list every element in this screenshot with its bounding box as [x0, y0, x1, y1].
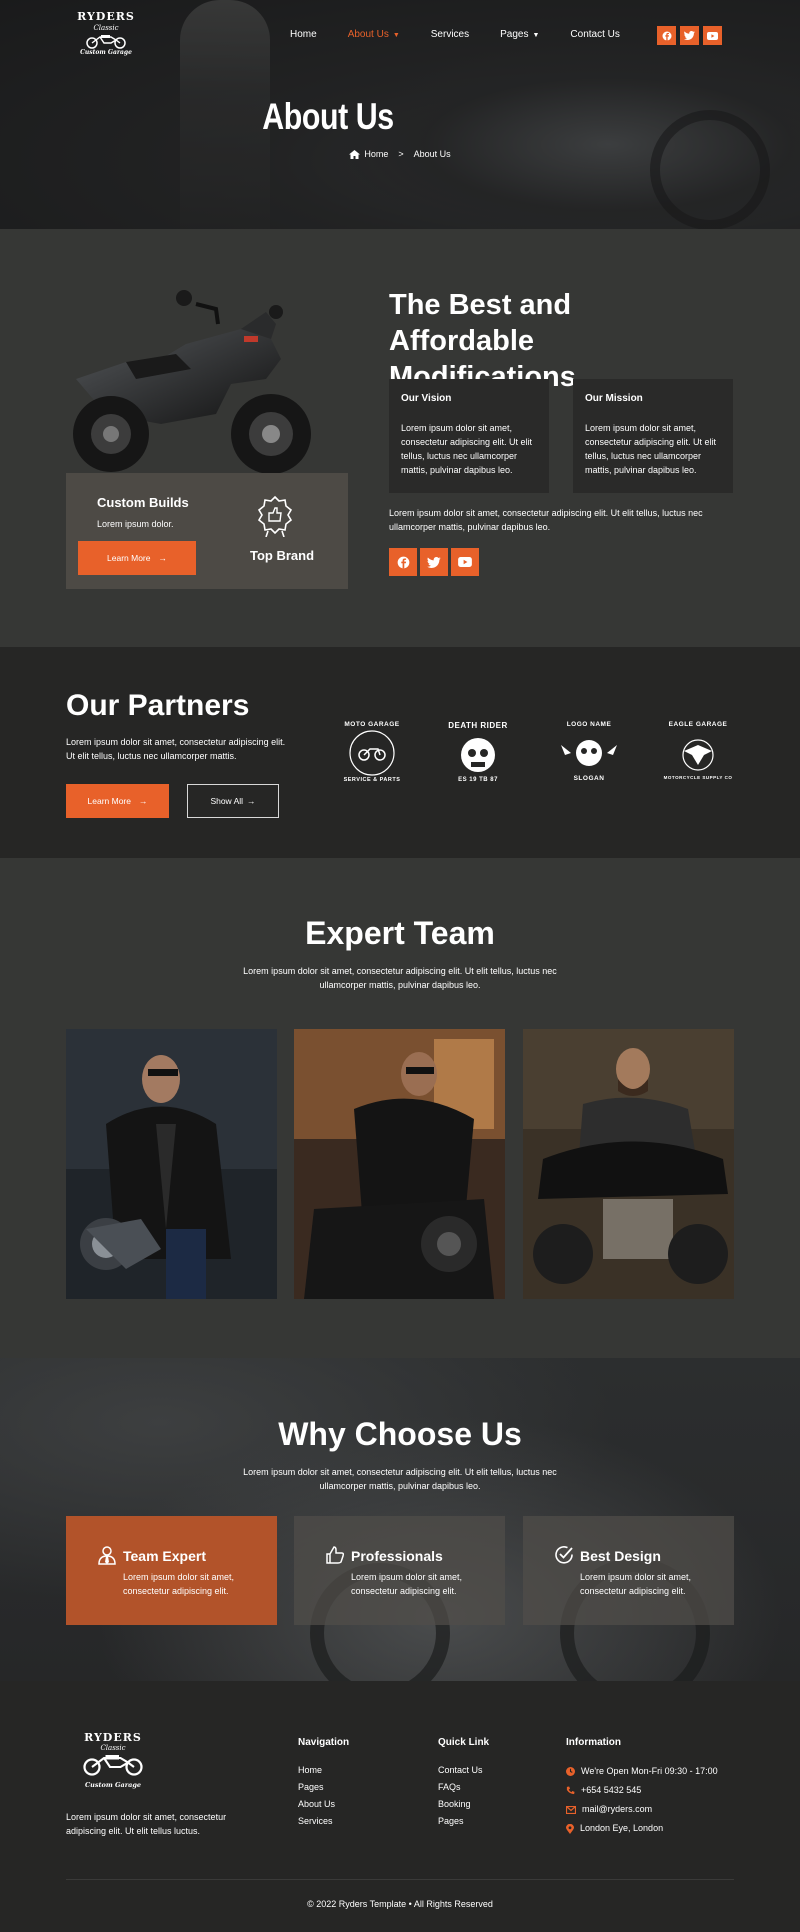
partner-logo-logo-name[interactable]: LOGO NAME SLOGAN — [551, 715, 627, 791]
partners-section: Our Partners Lorem ipsum dolor sit amet,… — [0, 647, 800, 858]
user-tie-icon — [98, 1546, 116, 1565]
info-phone[interactable]: +654 5432 545 — [566, 1781, 718, 1800]
team-member-photo-2[interactable] — [294, 1029, 505, 1299]
facebook-icon[interactable] — [389, 548, 417, 576]
hero-banner: RYDERS Classic Custom Garage Home About … — [0, 0, 800, 229]
main-menu: Home About Us ▼ Services Pages ▼ Contact U… — [290, 29, 651, 40]
footer-about-text: Lorem ipsum dolor sit amet, consectetur … — [66, 1812, 227, 1836]
breadcrumb-separator: > — [398, 149, 404, 159]
our-vision-card: Our Vision Lorem ipsum dolor sit amet, c… — [389, 379, 549, 493]
why-title: Why Choose Us — [278, 1416, 522, 1452]
youtube-icon[interactable] — [703, 26, 722, 45]
site-footer: RYDERS Classic Custom Garage Lorem ipsum… — [0, 1681, 800, 1932]
team-lead-text: Lorem ipsum dolor sit amet, consectetur … — [243, 966, 557, 990]
partners-learn-more-button[interactable]: Learn More → — [66, 784, 169, 818]
footer-quick-title: Quick Link — [438, 1737, 490, 1748]
why-lead-text: Lorem ipsum dolor sit amet, consectetur … — [243, 1467, 557, 1491]
footer-link-services[interactable]: Services — [298, 1813, 349, 1830]
footer-quick-links: Quick Link Contact Us FAQs Booking Pages — [438, 1737, 489, 1830]
footer-link-home[interactable]: Home — [298, 1762, 349, 1779]
partner-logo-death-rider[interactable]: DEATH RIDER ES 19 TB 87 — [440, 715, 516, 791]
motorcycle-logo-icon — [83, 1755, 143, 1776]
about-paragraph: Lorem ipsum dolor sit amet, consectetur … — [389, 508, 703, 532]
footer-link-contact-us[interactable]: Contact Us — [438, 1762, 489, 1779]
youtube-icon[interactable] — [451, 548, 479, 576]
copyright-text: © 2022 Ryders Template • All Rights Rese… — [307, 1899, 493, 1909]
nav-services[interactable]: Services — [431, 29, 469, 40]
award-badge-icon — [257, 495, 293, 537]
thumbs-up-icon — [326, 1546, 345, 1564]
mission-title: Our Mission — [585, 393, 643, 404]
about-social-links — [389, 548, 479, 576]
footer-link-faqs[interactable]: FAQs — [438, 1779, 489, 1796]
footer-navigation: Navigation Home Pages About Us Services — [298, 1737, 349, 1830]
clock-icon — [566, 1767, 575, 1776]
vision-title: Our Vision — [401, 393, 452, 404]
custom-builds-text: Lorem ipsum dolor. — [97, 519, 174, 529]
site-logo[interactable]: RYDERS Classic Custom Garage — [72, 10, 140, 60]
why-card-best-design[interactable]: Best Design Lorem ipsum dolor sit amet, … — [523, 1516, 734, 1625]
footer-navigation-title: Navigation — [298, 1737, 350, 1748]
nav-about-us[interactable]: About Us ▼ — [348, 29, 400, 40]
map-pin-icon — [566, 1823, 574, 1834]
team-member-photo-1[interactable] — [66, 1029, 277, 1299]
footer-info-title: Information — [566, 1737, 621, 1748]
footer-link-pages-2[interactable]: Pages — [438, 1813, 489, 1830]
breadcrumb-current: About Us — [413, 149, 451, 159]
breadcrumb-home[interactable]: Home — [349, 149, 388, 159]
custom-builds-box: Custom Builds Lorem ipsum dolor. Learn M… — [66, 473, 348, 589]
footer-logo[interactable]: RYDERS Classic Custom Garage — [70, 1731, 156, 1795]
why-card-team-expert[interactable]: Team Expert Lorem ipsum dolor sit amet, … — [66, 1516, 277, 1625]
footer-information: Information We're Open Mon-Fri 09:30 - 1… — [566, 1737, 718, 1838]
footer-divider — [66, 1879, 734, 1880]
about-section: Custom Builds Lorem ipsum dolor. Learn M… — [0, 229, 800, 647]
partner-logo-eagle-garage[interactable]: EAGLE GARAGE MOTORCYCLE SUPPLY CO — [660, 715, 736, 791]
our-mission-card: Our Mission Lorem ipsum dolor sit amet, … — [573, 379, 733, 493]
check-circle-icon — [555, 1546, 573, 1564]
why-card-professionals[interactable]: Professionals Lorem ipsum dolor sit amet… — [294, 1516, 505, 1625]
partners-text: Lorem ipsum dolor sit amet, consectetur … — [66, 737, 286, 761]
arrow-right-icon: → — [158, 553, 167, 563]
partner-logo-moto-garage[interactable]: MOTO GARAGE SERVICE & PARTS — [334, 715, 410, 791]
partners-show-all-button[interactable]: Show All → — [187, 784, 279, 818]
chevron-down-icon: ▼ — [392, 32, 400, 39]
motorcycle-logo-icon — [86, 35, 126, 49]
breadcrumb: Home > About Us — [0, 149, 800, 159]
partners-title: Our Partners — [66, 689, 250, 722]
footer-link-pages[interactable]: Pages — [298, 1779, 349, 1796]
vision-text: Lorem ipsum dolor sit amet, consectetur … — [401, 423, 533, 475]
home-icon — [349, 149, 361, 159]
top-navigation: RYDERS Classic Custom Garage Home About … — [0, 0, 800, 70]
info-email[interactable]: mail@ryders.com — [566, 1800, 718, 1819]
info-hours: We're Open Mon-Fri 09:30 - 17:00 — [566, 1762, 718, 1781]
custom-builds-learn-more-button[interactable]: Learn More → — [78, 541, 196, 575]
custom-builds-title: Custom Builds — [97, 495, 189, 510]
mission-text: Lorem ipsum dolor sit amet, consectetur … — [585, 423, 717, 475]
twitter-icon[interactable] — [420, 548, 448, 576]
nav-pages[interactable]: Pages ▼ — [500, 29, 539, 40]
nav-home[interactable]: Home — [290, 29, 317, 40]
team-title: Expert Team — [305, 915, 495, 951]
footer-link-about-us[interactable]: About Us — [298, 1796, 349, 1813]
page-title: About Us — [262, 96, 394, 137]
twitter-icon[interactable] — [680, 26, 699, 45]
logo-tagline: Custom Garage — [80, 49, 132, 56]
logo-brand-sub: Classic — [93, 24, 119, 32]
why-choose-us-section: Why Choose Us Lorem ipsum dolor sit amet… — [0, 1358, 800, 1681]
footer-link-booking[interactable]: Booking — [438, 1796, 489, 1813]
info-location: London Eye, London — [566, 1819, 718, 1838]
mail-icon — [566, 1805, 576, 1814]
top-brand-label: Top Brand — [250, 548, 315, 563]
team-member-photo-3[interactable] — [523, 1029, 734, 1299]
chevron-down-icon: ▼ — [532, 32, 540, 39]
arrow-right-icon: → — [247, 796, 256, 806]
header-social-links — [657, 26, 722, 45]
nav-contact-us[interactable]: Contact Us — [570, 29, 619, 40]
sportbike-image — [73, 290, 311, 474]
facebook-icon[interactable] — [657, 26, 676, 45]
logo-brand-name: RYDERS — [77, 10, 135, 23]
expert-team-section: Expert Team Lorem ipsum dolor sit amet, … — [0, 858, 800, 1358]
phone-icon — [566, 1786, 575, 1795]
arrow-right-icon: → — [138, 796, 148, 806]
